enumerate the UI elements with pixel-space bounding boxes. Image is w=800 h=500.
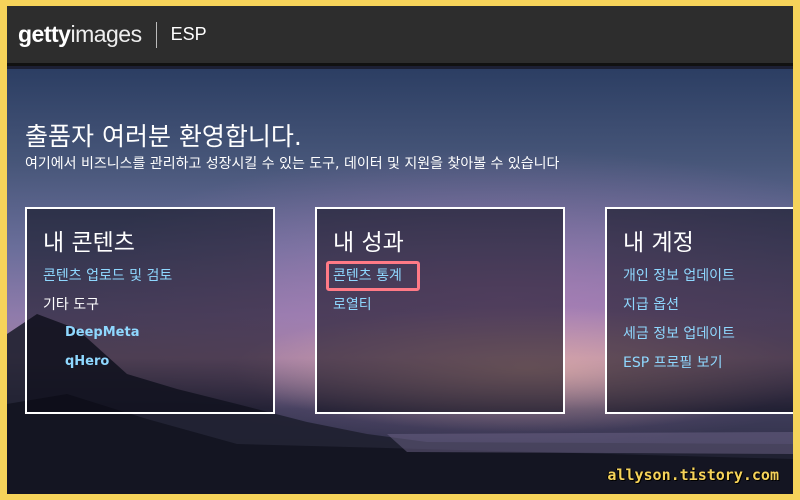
- card-title: 내 콘텐츠: [43, 230, 135, 256]
- card-my-performance: 내 성과 콘텐츠 통계 로열티: [315, 207, 565, 414]
- royalty-link[interactable]: 로열티: [333, 294, 372, 314]
- logo-divider: [155, 21, 157, 48]
- deepmeta-link[interactable]: DeepMeta: [65, 325, 139, 340]
- tax-info-link[interactable]: 세금 정보 업데이트: [623, 323, 735, 343]
- watermark: allyson.tistory.com: [607, 466, 779, 484]
- qhero-link[interactable]: qHero: [65, 354, 109, 369]
- content-stats-link[interactable]: 콘텐츠 통계: [333, 265, 402, 285]
- content-upload-link[interactable]: 콘텐츠 업로드 및 검토: [43, 265, 172, 285]
- esp-profile-link[interactable]: ESP 프로필 보기: [623, 352, 722, 372]
- card-title: 내 계정: [623, 230, 694, 256]
- card-title: 내 성과: [333, 230, 404, 256]
- gettyimages-logo[interactable]: gettyimages: [18, 21, 142, 48]
- top-navigation-bar: gettyimages ESP: [7, 6, 793, 66]
- hero-subtitle: 여기에서 비즈니스를 관리하고 성장시킬 수 있는 도구, 데이터 및 지원을 …: [25, 156, 560, 172]
- hero-title: 출품자 여러분 환영합니다.: [25, 122, 302, 151]
- logo-bold-text: getty: [18, 21, 71, 47]
- hero-banner: 출품자 여러분 환영합니다. 여기에서 비즈니스를 관리하고 성장시킬 수 있는…: [7, 69, 793, 494]
- card-my-account: 내 계정 개인 정보 업데이트 지급 옵션 세금 정보 업데이트 ESP 프로필…: [605, 207, 793, 414]
- logo-light-text: images: [70, 21, 142, 47]
- payment-options-link[interactable]: 지급 옵션: [623, 294, 679, 314]
- section-label[interactable]: ESP: [171, 24, 207, 45]
- card-my-content: 내 콘텐츠 콘텐츠 업로드 및 검토 기타 도구 DeepMeta qHero: [25, 207, 275, 414]
- personal-info-link[interactable]: 개인 정보 업데이트: [623, 265, 735, 285]
- other-tools-label: 기타 도구: [43, 297, 99, 313]
- page-frame: gettyimages ESP 출품자 여러분 환영합니다. 여기에서 비즈니스…: [7, 6, 793, 494]
